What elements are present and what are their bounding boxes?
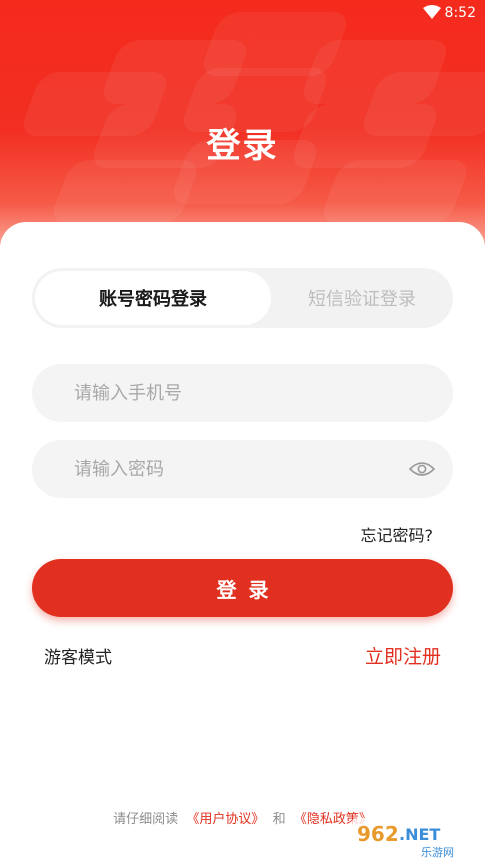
svg-text:962: 962 xyxy=(357,822,399,846)
tab-password-login[interactable]: 账号密码登录 xyxy=(35,271,271,325)
agreement-and: 和 xyxy=(272,812,286,827)
forgot-password-link[interactable]: 忘记密码? xyxy=(361,522,434,546)
password-field-wrapper xyxy=(32,440,453,498)
password-input[interactable] xyxy=(32,440,372,498)
phone-field-wrapper xyxy=(32,364,453,422)
login-mode-tabs: 账号密码登录 短信验证登录 xyxy=(32,268,453,328)
svg-text:.NET: .NET xyxy=(399,825,440,844)
guest-mode-link[interactable]: 游客模式 xyxy=(44,643,112,668)
user-agreement-link[interactable]: 《用户协议》 xyxy=(186,812,264,827)
register-link[interactable]: 立即注册 xyxy=(365,642,441,669)
tab-sms-login[interactable]: 短信验证登录 xyxy=(271,268,453,328)
status-time: 8:52 xyxy=(444,5,476,21)
login-button[interactable]: 登录 xyxy=(32,559,453,617)
svg-text:乐游网: 乐游网 xyxy=(421,846,454,859)
decor-shape xyxy=(318,160,472,224)
wifi-icon xyxy=(423,5,441,19)
decor-shape xyxy=(48,160,202,224)
phone-input[interactable] xyxy=(32,364,372,422)
agreement-prefix: 请仔细阅读 xyxy=(113,812,179,827)
eye-icon[interactable] xyxy=(409,459,435,479)
site-watermark-logo: 962 .NET 乐游网 xyxy=(351,818,481,859)
page-title: 登录 xyxy=(206,126,279,166)
status-bar: 8:52 xyxy=(0,0,485,26)
